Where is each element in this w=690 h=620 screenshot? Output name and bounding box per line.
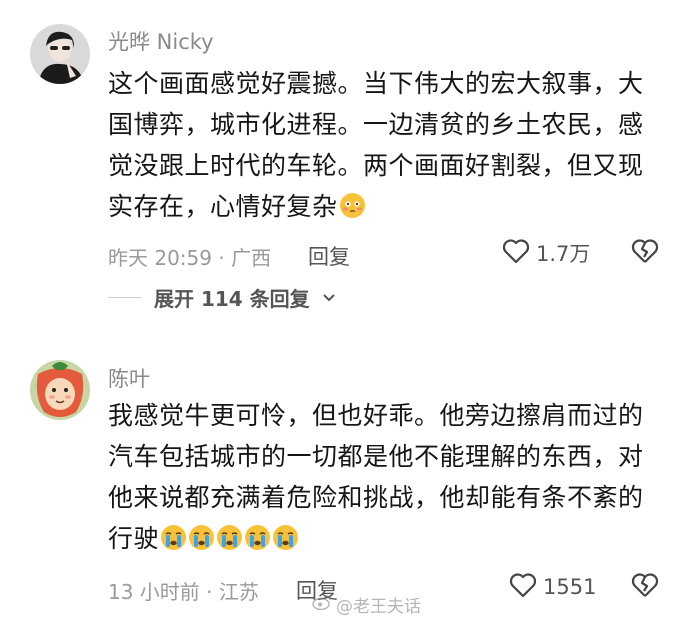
avatar[interactable]: [30, 24, 90, 84]
avatar[interactable]: [30, 360, 90, 420]
expand-replies-button[interactable]: 展开 114 条回复: [108, 283, 336, 312]
heart-icon: [502, 238, 530, 268]
flushed-face-icon: [339, 190, 366, 218]
crying-face-icon: [244, 522, 271, 550]
weibo-icon: [312, 594, 332, 615]
dislike-button[interactable]: [631, 572, 659, 602]
reply-button[interactable]: 回复: [308, 241, 350, 271]
comment-text: 我感觉牛更可怜，但也好乖。他旁边擦肩而过的汽车包括城市的一切都是他不能理解的东西…: [108, 395, 668, 559]
watermark-text: @老王夫话: [336, 597, 421, 617]
divider-line: [108, 297, 142, 298]
heart-icon: [509, 572, 537, 602]
crying-face-icon: [216, 522, 243, 550]
like-count: 1551: [543, 575, 597, 599]
broken-heart-icon: [631, 239, 659, 268]
comment-time-location: 13 小时前 · 江苏: [108, 580, 259, 604]
crying-face-icon: [160, 522, 187, 550]
username[interactable]: 光晔 Nicky: [108, 26, 214, 56]
crying-face-icon: [272, 522, 299, 550]
emoji-group: [159, 524, 299, 553]
watermark: @老王夫话: [312, 592, 421, 617]
like-count: 1.7万: [536, 242, 591, 266]
like-button[interactable]: 1551: [509, 572, 596, 602]
comment-time-location: 昨天 20:59 · 广西: [108, 246, 272, 270]
broken-heart-icon: [631, 573, 659, 602]
dislike-button[interactable]: [631, 238, 659, 268]
like-button[interactable]: 1.7万: [502, 238, 590, 268]
comment-text-content: 这个画面感觉好震撼。当下伟大的宏大叙事，大国博弈，城市化进程。一边清贫的乡土农民…: [108, 69, 644, 221]
username[interactable]: 陈叶: [108, 363, 150, 393]
expand-replies-label: 展开 114 条回复: [154, 287, 310, 311]
comment-text: 这个画面感觉好震撼。当下伟大的宏大叙事，大国博弈，城市化进程。一边清贫的乡土农民…: [108, 63, 668, 227]
chevron-down-icon: [322, 288, 336, 307]
crying-face-icon: [188, 522, 215, 550]
